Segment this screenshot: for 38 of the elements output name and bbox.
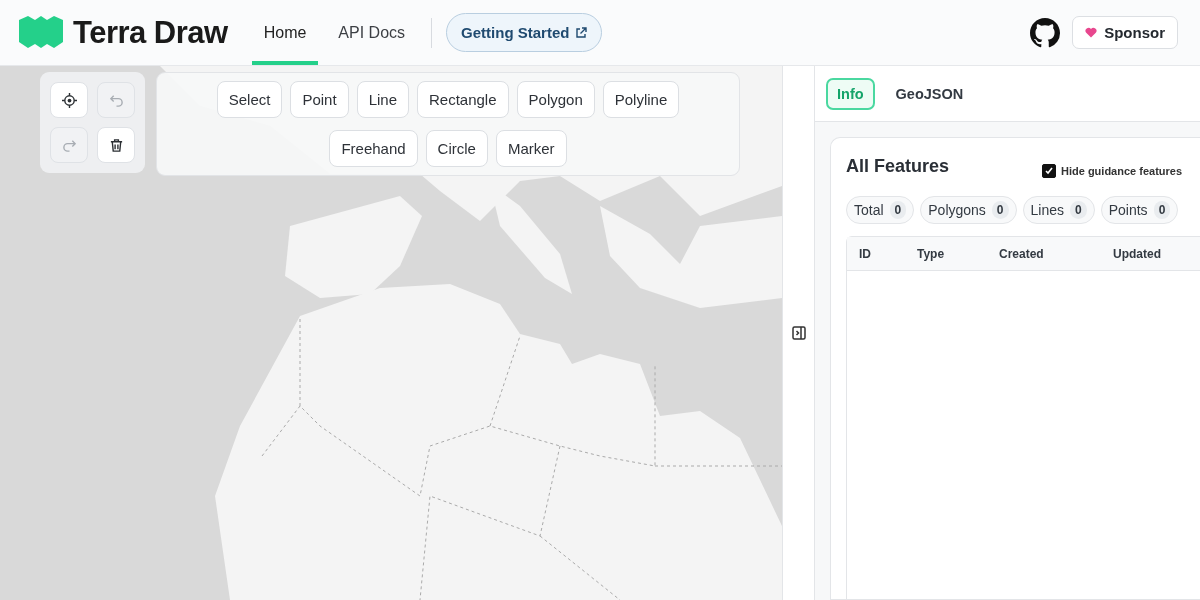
trash-icon (108, 137, 124, 153)
column-header[interactable]: ID (859, 246, 917, 261)
count-chip: Polygons 0 (920, 196, 1017, 224)
count-badge: 0 (1153, 201, 1171, 219)
column-header[interactable]: Updated (1113, 246, 1161, 261)
delete-button[interactable] (97, 127, 135, 163)
hide-guidance-checkbox[interactable]: Hide guidance features (1042, 164, 1183, 178)
sponsor-button[interactable]: Sponsor (1072, 16, 1178, 49)
count-badge: 0 (991, 201, 1009, 219)
mode-button[interactable]: Circle (425, 130, 488, 167)
mode-button[interactable]: Polygon (516, 81, 595, 118)
count-chip: Total 0 (846, 196, 915, 224)
count-badge: 0 (889, 201, 907, 219)
mode-button[interactable]: Marker (495, 130, 567, 167)
github-icon[interactable] (1030, 17, 1061, 48)
mode-button[interactable]: Line (356, 81, 409, 118)
mode-button[interactable]: Rectangle (417, 81, 509, 118)
checkbox[interactable] (1042, 164, 1056, 178)
count-badge: 0 (1070, 201, 1087, 219)
count-chip: Points 0 (1100, 196, 1179, 224)
mode-button[interactable]: Select (216, 81, 283, 118)
mode-button[interactable]: Point (290, 81, 349, 118)
features-title: All Features (846, 155, 951, 177)
crosshair-icon (61, 92, 77, 108)
logo-icon (18, 15, 64, 50)
column-header[interactable]: Created (999, 246, 1113, 261)
mode-button[interactable]: Freehand (329, 130, 418, 167)
external-link-icon (575, 26, 588, 39)
count-chip: Lines 0 (1022, 196, 1095, 224)
collapse-panel-icon[interactable] (791, 326, 806, 340)
logo-text[interactable]: Terra Draw (73, 14, 228, 51)
mode-button[interactable]: Polyline (602, 81, 680, 118)
heart-icon (1085, 27, 1098, 38)
locate-button[interactable] (50, 82, 88, 118)
panel-tab[interactable]: GeoJSON (884, 77, 975, 110)
column-header[interactable]: Type (917, 246, 999, 261)
getting-started-button[interactable]: Getting Started (446, 13, 603, 52)
nav-link[interactable]: API Docs (326, 0, 418, 65)
